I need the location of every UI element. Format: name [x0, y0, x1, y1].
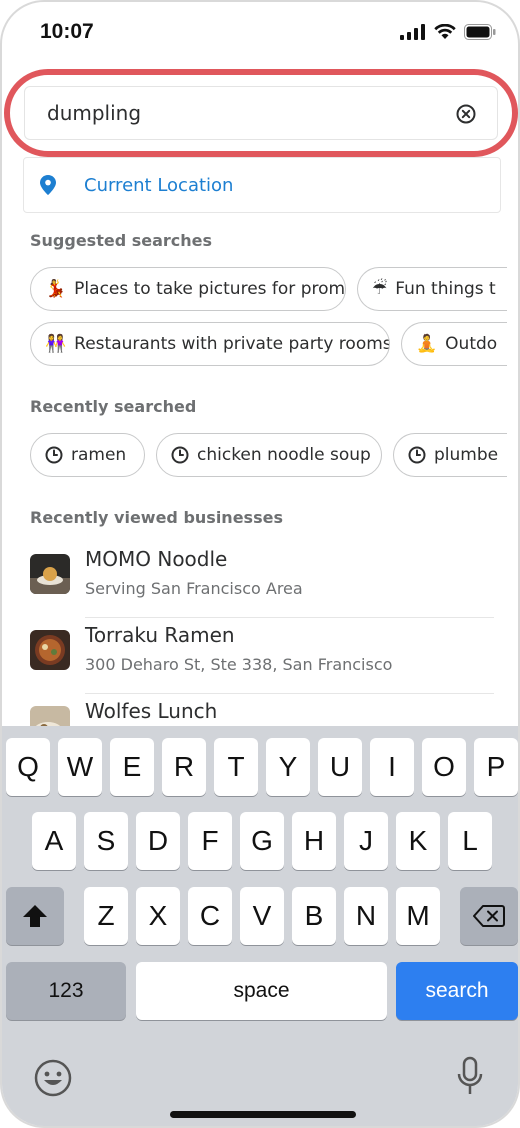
- phone-frame: 10:07 dumpling Current Location Suggeste…: [0, 0, 520, 1128]
- business-name: MOMO Noodle: [85, 547, 228, 571]
- business-name: Torraku Ramen: [85, 623, 235, 647]
- wifi-icon: [434, 24, 456, 39]
- key-v[interactable]: V: [240, 887, 284, 945]
- clock-icon: [408, 446, 426, 464]
- clock-icon: [45, 446, 63, 464]
- suggestion-label: Outdo: [445, 334, 498, 354]
- microphone-icon[interactable]: [456, 1056, 484, 1098]
- business-address: Serving San Francisco Area: [85, 579, 303, 598]
- suggestion-chip[interactable]: ☔ Fun things t: [357, 267, 507, 311]
- suggestion-chip[interactable]: 👭 Restaurants with private party rooms: [30, 322, 390, 366]
- numbers-key[interactable]: 123: [6, 962, 126, 1020]
- shift-key[interactable]: [6, 887, 64, 945]
- key-r[interactable]: R: [162, 738, 206, 796]
- recently-viewed-heading: Recently viewed businesses: [30, 508, 283, 527]
- key-x[interactable]: X: [136, 887, 180, 945]
- key-e[interactable]: E: [110, 738, 154, 796]
- business-photo: [30, 630, 70, 670]
- signal-icon: [400, 24, 425, 40]
- suggestion-label: Places to take pictures for prom: [74, 279, 346, 299]
- status-icons: [400, 24, 496, 40]
- key-p[interactable]: P: [474, 738, 518, 796]
- status-bar: 10:07: [2, 2, 518, 64]
- emoji-icon[interactable]: [34, 1059, 72, 1097]
- business-list-item[interactable]: MOMO Noodle Serving San Francisco Area: [30, 542, 494, 618]
- business-address: 300 Deharo St, Ste 338, San Francisco: [85, 655, 393, 674]
- key-d[interactable]: D: [136, 812, 180, 870]
- business-list-item[interactable]: Torraku Ramen 300 Deharo St, Ste 338, Sa…: [30, 618, 494, 694]
- business-photo: [30, 554, 70, 594]
- location-pin-icon: [40, 175, 56, 195]
- key-n[interactable]: N: [344, 887, 388, 945]
- shift-icon: [23, 905, 47, 927]
- people-icon: 👭: [45, 334, 67, 354]
- suggested-searches-heading: Suggested searches: [30, 231, 213, 250]
- search-input[interactable]: dumpling: [24, 86, 498, 140]
- business-name: Wolfes Lunch: [85, 699, 218, 723]
- backspace-icon: [473, 905, 505, 927]
- current-location-button[interactable]: Current Location: [23, 157, 501, 213]
- recent-search-label: plumbe: [434, 445, 499, 465]
- key-m[interactable]: M: [396, 887, 440, 945]
- key-c[interactable]: C: [188, 887, 232, 945]
- recent-search-chip[interactable]: plumbe: [393, 433, 507, 477]
- search-input-value: dumpling: [47, 101, 142, 125]
- clear-icon[interactable]: [455, 103, 477, 125]
- suggestion-chip[interactable]: 🧘 Outdo: [401, 322, 507, 366]
- key-l[interactable]: L: [448, 812, 492, 870]
- recent-search-chip[interactable]: ramen: [30, 433, 145, 477]
- key-z[interactable]: Z: [84, 887, 128, 945]
- key-a[interactable]: A: [32, 812, 76, 870]
- key-g[interactable]: G: [240, 812, 284, 870]
- key-h[interactable]: H: [292, 812, 336, 870]
- clock-icon: [171, 446, 189, 464]
- delete-key[interactable]: [460, 887, 518, 945]
- dancer-icon: 💃: [45, 279, 67, 299]
- key-j[interactable]: J: [344, 812, 388, 870]
- key-q[interactable]: Q: [6, 738, 50, 796]
- key-w[interactable]: W: [58, 738, 102, 796]
- key-y[interactable]: Y: [266, 738, 310, 796]
- space-key[interactable]: space: [136, 962, 387, 1020]
- key-f[interactable]: F: [188, 812, 232, 870]
- umbrella-icon: ☔: [372, 279, 388, 299]
- status-time: 10:07: [40, 20, 94, 43]
- search-key[interactable]: search: [396, 962, 518, 1020]
- key-s[interactable]: S: [84, 812, 128, 870]
- recent-search-label: chicken noodle soup: [197, 445, 371, 465]
- current-location-label: Current Location: [84, 175, 234, 196]
- battery-icon: [464, 24, 496, 40]
- keyboard: Q W E R T Y U I O P A S D F G H J K L Z …: [2, 726, 518, 1126]
- recent-search-label: ramen: [71, 445, 127, 465]
- suggestion-label: Restaurants with private party rooms: [74, 334, 390, 354]
- suggestion-label: Fun things t: [395, 279, 496, 299]
- recent-search-chip[interactable]: chicken noodle soup: [156, 433, 382, 477]
- suggestion-chip[interactable]: 💃 Places to take pictures for prom: [30, 267, 346, 311]
- meditation-icon: 🧘: [416, 334, 438, 354]
- key-o[interactable]: O: [422, 738, 466, 796]
- key-i[interactable]: I: [370, 738, 414, 796]
- recently-searched-heading: Recently searched: [30, 397, 197, 416]
- key-t[interactable]: T: [214, 738, 258, 796]
- key-k[interactable]: K: [396, 812, 440, 870]
- key-b[interactable]: B: [292, 887, 336, 945]
- home-indicator: [170, 1111, 356, 1118]
- key-u[interactable]: U: [318, 738, 362, 796]
